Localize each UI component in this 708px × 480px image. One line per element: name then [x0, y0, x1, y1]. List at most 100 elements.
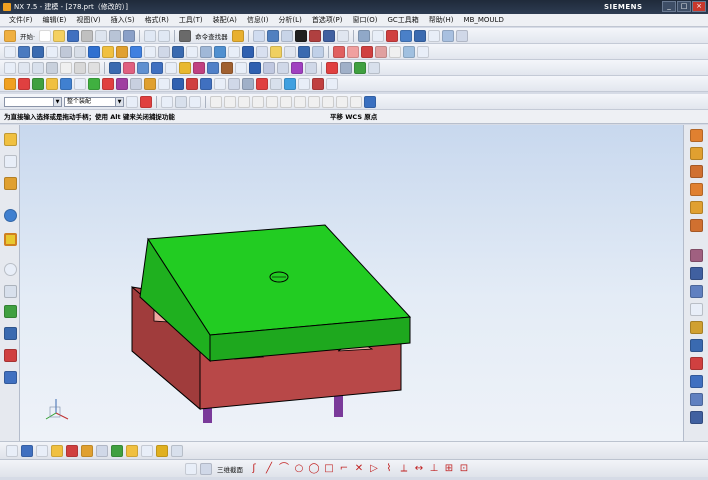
unite-icon[interactable] [144, 45, 156, 58]
arc-icon[interactable] [32, 61, 44, 74]
select-all-icon[interactable] [140, 95, 152, 108]
part-navigator-icon[interactable] [4, 177, 17, 190]
mold-wizard-icon[interactable] [690, 249, 703, 262]
mold-init-icon[interactable] [4, 77, 16, 90]
snap-intersection-icon[interactable] [252, 95, 264, 108]
sew-icon[interactable] [312, 45, 324, 58]
mold-layer-icon[interactable] [690, 303, 703, 316]
mesh-surface-icon[interactable] [137, 61, 149, 74]
surface-icon[interactable] [109, 61, 121, 74]
constraint-navigator-icon[interactable] [4, 155, 17, 168]
cooling-icon[interactable] [200, 77, 212, 90]
view-orientation-icon[interactable] [690, 129, 703, 142]
mold-check-icon[interactable] [690, 267, 703, 280]
mold-lifter-icon[interactable] [690, 357, 703, 370]
standard-part-icon[interactable] [116, 77, 128, 90]
fillet-tool-icon[interactable]: ⌐ [338, 463, 350, 475]
wireframe-icon[interactable] [308, 29, 321, 42]
mate-component-icon[interactable] [36, 444, 48, 457]
ellipse-icon[interactable] [74, 61, 86, 74]
hd3d-tools-icon[interactable] [4, 233, 17, 246]
undo-icon[interactable] [144, 29, 157, 42]
measure-icon[interactable] [455, 29, 468, 42]
sketch-section-label[interactable]: 三维截面 [217, 464, 243, 474]
offset-face-icon[interactable] [270, 45, 282, 58]
right-view-icon[interactable] [690, 183, 703, 196]
show-constraints-icon[interactable]: ⊡ [458, 463, 470, 475]
hole-icon[interactable] [46, 45, 58, 58]
front-view-icon[interactable] [690, 165, 703, 178]
move-face-icon[interactable] [333, 45, 345, 58]
system-scenes-icon[interactable] [4, 371, 17, 384]
menu-information[interactable]: 信息(I) [242, 14, 274, 26]
copy-icon[interactable] [95, 29, 108, 42]
mirror-tool-icon[interactable]: ⟂ [398, 463, 410, 475]
split-body-icon[interactable] [200, 45, 212, 58]
history-icon[interactable] [4, 263, 17, 276]
command-finder-icon[interactable] [179, 29, 192, 42]
shaded-icon[interactable] [294, 29, 307, 42]
mold-slider-icon[interactable] [690, 339, 703, 352]
analyze-curve-icon[interactable] [326, 61, 338, 74]
studio-surface-icon[interactable] [291, 61, 303, 74]
menu-tools[interactable]: 工具(T) [174, 14, 208, 26]
subinsert-icon[interactable] [158, 77, 170, 90]
deviation-icon[interactable] [354, 61, 366, 74]
swept-icon[interactable] [151, 61, 163, 74]
snap-pole-icon[interactable] [336, 95, 348, 108]
mold-screw-icon[interactable] [690, 393, 703, 406]
rectangle-icon[interactable] [46, 61, 58, 74]
section-view-icon[interactable] [371, 29, 384, 42]
datum-icon[interactable] [399, 29, 412, 42]
process-studio-icon[interactable] [4, 305, 17, 318]
mold-insert-icon[interactable] [690, 375, 703, 388]
command-finder-button[interactable]: 命令查找器 [195, 31, 228, 41]
start-button[interactable]: 开始· [20, 31, 35, 41]
assembly-cut-icon[interactable] [126, 444, 138, 457]
graphics-window[interactable] [20, 125, 683, 441]
clearance-icon[interactable] [141, 444, 153, 457]
new-icon[interactable] [39, 29, 52, 42]
spline-icon[interactable] [88, 61, 100, 74]
trim-body-icon[interactable] [186, 45, 198, 58]
casting-icon[interactable] [284, 77, 296, 90]
delete-face-icon[interactable] [361, 45, 373, 58]
menu-assemblies[interactable]: 装配(A) [208, 14, 242, 26]
cylinder-icon[interactable] [102, 45, 114, 58]
menu-help[interactable]: 帮助(H) [424, 14, 459, 26]
snap-on-face-icon[interactable] [322, 95, 334, 108]
offset-tool-icon[interactable]: ⌇ [383, 463, 395, 475]
mold-spring-icon[interactable] [690, 411, 703, 424]
bom-icon[interactable] [256, 77, 268, 90]
resize-blend-icon[interactable] [403, 45, 415, 58]
selection-scope-select[interactable]: 整个装配 ▼ [64, 96, 124, 107]
pattern-icon[interactable] [284, 45, 296, 58]
trim-sheet-icon[interactable] [235, 61, 247, 74]
extend-tool-icon[interactable]: ▷ [368, 463, 380, 475]
reposition-icon[interactable] [66, 444, 78, 457]
manufacturing-wizards-icon[interactable] [4, 327, 17, 340]
isometric-view-icon[interactable] [690, 201, 703, 214]
sketch-finish-icon[interactable] [185, 462, 197, 475]
snap-on-curve-icon[interactable] [308, 95, 320, 108]
line-tool-icon[interactable]: ╱ [263, 463, 275, 475]
cone-icon[interactable] [116, 45, 128, 58]
save-icon[interactable] [67, 29, 80, 42]
styled-sweep-icon[interactable] [305, 61, 317, 74]
mold-base-icon[interactable] [102, 77, 114, 90]
pocket-mold-icon[interactable] [242, 77, 254, 90]
ruled-icon[interactable] [179, 61, 191, 74]
wave-linker-icon[interactable] [111, 444, 123, 457]
draft-analysis-icon[interactable] [368, 61, 380, 74]
sketch-section-icon[interactable] [200, 462, 212, 475]
menu-insert[interactable]: 插入(S) [106, 14, 140, 26]
synchronous-icon[interactable] [417, 45, 429, 58]
menu-window[interactable]: 窗口(O) [348, 14, 383, 26]
menu-mb-mould[interactable]: MB_MOULD [459, 14, 509, 26]
runner-icon[interactable] [186, 77, 198, 90]
point-icon[interactable] [4, 61, 16, 74]
revolve-icon[interactable] [427, 29, 440, 42]
extrude-icon[interactable] [413, 29, 426, 42]
snap-center-icon[interactable] [266, 95, 278, 108]
menu-analysis[interactable]: 分析(L) [273, 14, 306, 26]
